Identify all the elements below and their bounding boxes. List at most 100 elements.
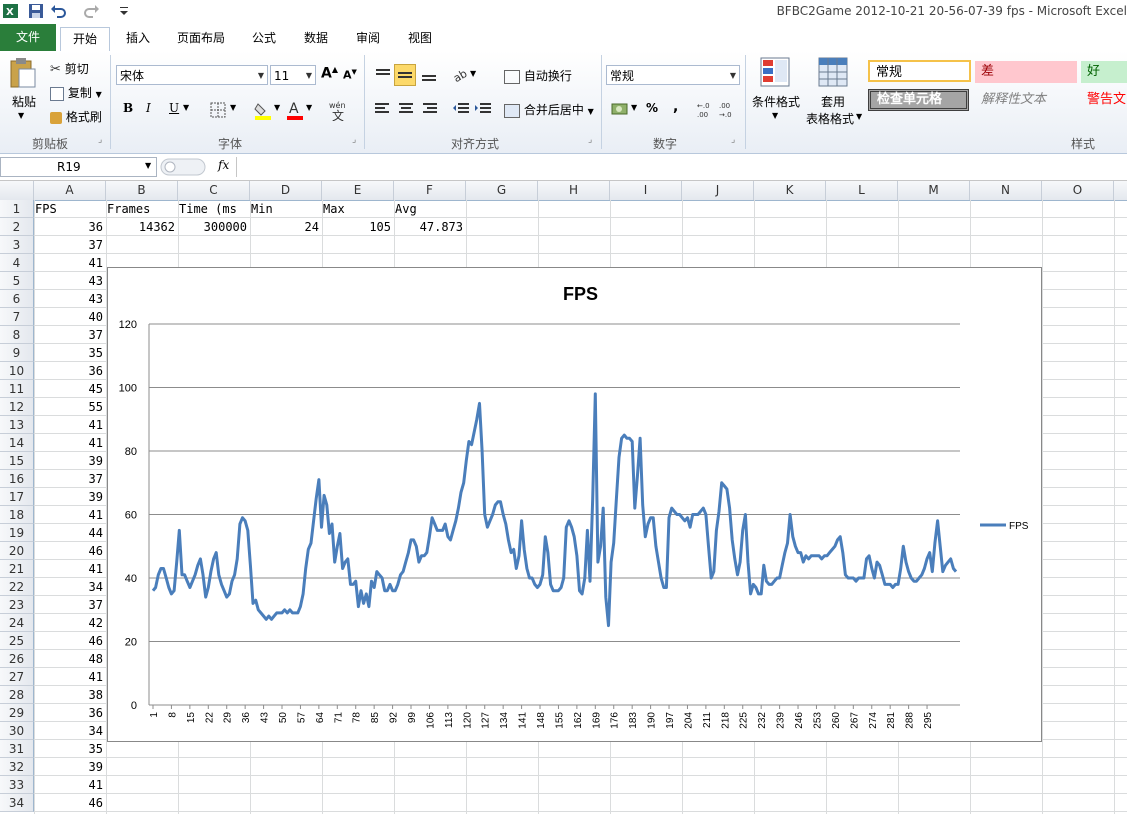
row-header-7[interactable]: 7 xyxy=(0,308,34,326)
row-header-19[interactable]: 19 xyxy=(0,524,34,542)
tab-home[interactable]: 开始 xyxy=(60,27,110,52)
row-header-30[interactable]: 30 xyxy=(0,722,34,740)
cell-a11[interactable]: 45 xyxy=(35,380,103,398)
cell-a16[interactable]: 37 xyxy=(35,470,103,488)
row-header-31[interactable]: 31 xyxy=(0,740,34,758)
shrink-font-button[interactable]: A▼ xyxy=(343,68,357,82)
cell-d2[interactable]: 24 xyxy=(251,218,319,236)
style-normal[interactable]: 常规 xyxy=(868,60,971,82)
merge-center-button[interactable]: 合并后居中 ▼ xyxy=(504,101,594,118)
paste-icon[interactable] xyxy=(9,57,37,89)
underline-dropdown-icon[interactable]: ▼ xyxy=(183,103,189,112)
percent-button[interactable]: % xyxy=(646,101,658,115)
row-header-5[interactable]: 5 xyxy=(0,272,34,290)
font-name-combo[interactable]: 宋体 ▼ xyxy=(116,65,268,85)
clipboard-launcher-icon[interactable]: ⌟ xyxy=(98,135,102,145)
column-header-o[interactable]: O xyxy=(1042,181,1114,200)
align-middle-button[interactable] xyxy=(394,64,416,86)
chart-object[interactable]: FPS 0 20 40 60 80 100 120 1 8 15 22 29 36 43 50 57 64 71 78… xyxy=(107,267,1042,742)
cell-a14[interactable]: 41 xyxy=(35,434,103,452)
column-header-g[interactable]: G xyxy=(466,181,538,200)
phonetic-icon[interactable]: wén文 xyxy=(328,99,350,121)
border-icon[interactable] xyxy=(210,102,226,118)
comma-button[interactable]: , xyxy=(673,99,678,115)
cell-e2[interactable]: 105 xyxy=(323,218,391,236)
table-format-dropdown-icon[interactable]: ▼ xyxy=(856,112,862,121)
align-center-icon[interactable] xyxy=(397,101,415,117)
row-header-20[interactable]: 20 xyxy=(0,542,34,560)
save-icon[interactable] xyxy=(28,3,44,19)
cell-c1[interactable]: Time (ms xyxy=(179,200,247,218)
row-header-14[interactable]: 14 xyxy=(0,434,34,452)
align-left-icon[interactable] xyxy=(374,101,392,117)
name-box-dropdown-icon[interactable]: ▼ xyxy=(145,161,151,170)
column-header-d[interactable]: D xyxy=(250,181,322,200)
cell-a28[interactable]: 38 xyxy=(35,686,103,704)
italic-button[interactable]: I xyxy=(146,101,151,115)
cell-a5[interactable]: 43 xyxy=(35,272,103,290)
paste-button[interactable]: 粘贴 xyxy=(12,93,36,110)
row-header-25[interactable]: 25 xyxy=(0,632,34,650)
currency-icon[interactable] xyxy=(611,101,629,117)
tab-page-layout[interactable]: 页面布局 xyxy=(170,27,232,50)
formula-bar-resize-icon[interactable] xyxy=(160,158,206,176)
cell-a4[interactable]: 41 xyxy=(35,254,103,272)
undo-icon[interactable] xyxy=(50,3,66,19)
cell-a22[interactable]: 34 xyxy=(35,578,103,596)
increase-decimal-icon[interactable]: ←.0.00 xyxy=(696,99,716,119)
row-header-22[interactable]: 22 xyxy=(0,578,34,596)
font-size-combo[interactable]: 11 ▼ xyxy=(270,65,316,85)
alignment-launcher-icon[interactable]: ⌟ xyxy=(588,135,592,145)
row-header-3[interactable]: 3 xyxy=(0,236,34,254)
conditional-format-dropdown-icon[interactable]: ▼ xyxy=(772,111,778,120)
tab-review[interactable]: 审阅 xyxy=(348,27,388,50)
name-box[interactable]: R19 xyxy=(0,157,157,177)
style-warning[interactable]: 警告文 xyxy=(1081,89,1127,111)
decrease-indent-icon[interactable] xyxy=(452,101,470,117)
formula-input[interactable] xyxy=(236,157,1127,177)
cell-f2[interactable]: 47.873 xyxy=(395,218,463,236)
column-header-m[interactable]: M xyxy=(898,181,970,200)
cell-a27[interactable]: 41 xyxy=(35,668,103,686)
cell-a6[interactable]: 43 xyxy=(35,290,103,308)
column-header-n[interactable]: N xyxy=(970,181,1042,200)
column-header-i[interactable]: I xyxy=(610,181,682,200)
row-header-16[interactable]: 16 xyxy=(0,470,34,488)
tab-view[interactable]: 视图 xyxy=(400,27,440,50)
row-header-34[interactable]: 34 xyxy=(0,794,34,812)
redo-icon[interactable] xyxy=(84,3,100,19)
column-header-c[interactable]: C xyxy=(178,181,250,200)
row-header-8[interactable]: 8 xyxy=(0,326,34,344)
cut-button[interactable]: ✂ 剪切 xyxy=(50,60,89,77)
font-color-dropdown-icon[interactable]: ▼ xyxy=(306,103,312,112)
insert-function-button[interactable]: fx xyxy=(218,158,229,172)
style-check-cell[interactable]: 检查单元格 xyxy=(868,89,969,111)
cell-a8[interactable]: 37 xyxy=(35,326,103,344)
row-header-27[interactable]: 27 xyxy=(0,668,34,686)
row-header-32[interactable]: 32 xyxy=(0,758,34,776)
row-header-1[interactable]: 1 xyxy=(0,200,34,218)
cell-e1[interactable]: Max xyxy=(323,200,391,218)
cell-a24[interactable]: 42 xyxy=(35,614,103,632)
row-header-18[interactable]: 18 xyxy=(0,506,34,524)
cell-a12[interactable]: 55 xyxy=(35,398,103,416)
align-right-icon[interactable] xyxy=(420,101,438,117)
cell-a34[interactable]: 46 xyxy=(35,794,103,812)
cell-a10[interactable]: 36 xyxy=(35,362,103,380)
cell-a13[interactable]: 41 xyxy=(35,416,103,434)
cell-a26[interactable]: 48 xyxy=(35,650,103,668)
bold-button[interactable]: B xyxy=(123,101,133,115)
select-all-corner[interactable] xyxy=(0,181,34,200)
row-header-17[interactable]: 17 xyxy=(0,488,34,506)
row-header-12[interactable]: 12 xyxy=(0,398,34,416)
row-header-11[interactable]: 11 xyxy=(0,380,34,398)
wrap-text-button[interactable]: 自动换行 xyxy=(504,67,572,84)
cell-c2[interactable]: 300000 xyxy=(179,218,247,236)
conditional-format-button[interactable]: 条件格式 xyxy=(752,93,800,110)
cell-a1[interactable]: FPS xyxy=(35,200,103,218)
cell-a25[interactable]: 46 xyxy=(35,632,103,650)
cell-a9[interactable]: 35 xyxy=(35,344,103,362)
align-top-icon[interactable] xyxy=(374,67,392,83)
row-header-33[interactable]: 33 xyxy=(0,776,34,794)
tab-file[interactable]: 文件 xyxy=(0,24,56,51)
